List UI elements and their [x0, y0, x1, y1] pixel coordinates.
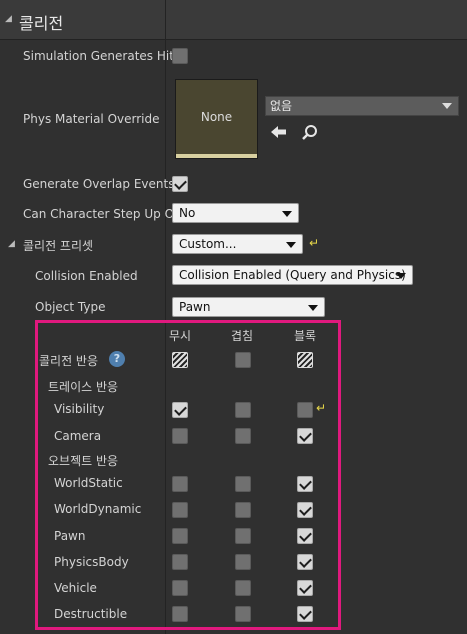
- chevron-down-icon: [282, 211, 292, 217]
- preset-collapse-icon[interactable]: ◢: [8, 239, 15, 249]
- visibility-overlap-checkbox[interactable]: [235, 402, 251, 418]
- column-header-ignore: 무시: [169, 329, 192, 343]
- magnifier-icon[interactable]: [301, 124, 319, 142]
- camera-overlap-checkbox[interactable]: [235, 428, 251, 444]
- overlap-checkbox[interactable]: [172, 176, 188, 192]
- vehicle-ignore-checkbox[interactable]: [172, 580, 188, 596]
- vehicle-block-checkbox[interactable]: [297, 580, 313, 596]
- trace-item-camera: Camera: [54, 429, 102, 443]
- collision-enabled-value: Collision Enabled (Query and Physics): [179, 268, 406, 282]
- question-icon[interactable]: ?: [109, 351, 125, 367]
- object-type-dropdown[interactable]: Pawn: [172, 297, 325, 317]
- section-header[interactable]: ◢ 콜리전: [0, 0, 467, 40]
- object-type-label: Object Type: [35, 300, 106, 314]
- destructible-block-checkbox[interactable]: [297, 606, 313, 622]
- trace-item-visibility: Visibility: [54, 402, 105, 416]
- pawn-overlap-checkbox[interactable]: [235, 528, 251, 544]
- object-response-label: 오브젝트 반응: [48, 454, 119, 468]
- visibility-reset-icon[interactable]: ↵: [316, 401, 326, 415]
- response-all-overlap-checkbox[interactable]: [235, 352, 251, 368]
- response-all-block-checkbox[interactable]: [297, 352, 313, 368]
- collision-enabled-dropdown[interactable]: Collision Enabled (Query and Physics): [172, 265, 413, 285]
- worldstatic-overlap-checkbox[interactable]: [235, 476, 251, 492]
- object-item-pawn: Pawn: [54, 529, 86, 543]
- chevron-down-icon: [396, 273, 406, 279]
- physicsbody-ignore-checkbox[interactable]: [172, 554, 188, 570]
- visibility-block-checkbox[interactable]: [297, 402, 313, 418]
- preset-reset-icon[interactable]: ↵: [309, 236, 319, 250]
- preset-dropdown[interactable]: Custom...: [172, 234, 303, 254]
- visibility-ignore-checkbox[interactable]: [172, 402, 188, 418]
- vehicle-overlap-checkbox[interactable]: [235, 580, 251, 596]
- object-item-destructible: Destructible: [54, 607, 128, 621]
- sim-hit-checkbox[interactable]: [172, 48, 188, 64]
- chevron-down-icon: [442, 103, 452, 109]
- pawn-ignore-checkbox[interactable]: [172, 528, 188, 544]
- object-item-worldstatic: WorldStatic: [54, 476, 123, 490]
- phys-material-label: Phys Material Override: [23, 112, 160, 126]
- collision-enabled-label: Collision Enabled: [35, 269, 138, 283]
- object-item-vehicle: Vehicle: [54, 581, 97, 595]
- material-combo-value: 없음: [270, 99, 293, 113]
- response-all-ignore-checkbox[interactable]: [172, 352, 188, 368]
- step-up-dropdown[interactable]: No: [172, 203, 299, 223]
- material-combo[interactable]: 없음: [265, 96, 459, 116]
- camera-ignore-checkbox[interactable]: [172, 428, 188, 444]
- column-header-block: 블록: [294, 329, 317, 343]
- step-up-value: No: [179, 206, 196, 220]
- object-item-worlddynamic: WorldDynamic: [54, 502, 142, 516]
- column-header-overlap: 겹침: [231, 329, 254, 343]
- worlddynamic-block-checkbox[interactable]: [297, 502, 313, 518]
- sim-hit-label: Simulation Generates Hit: [23, 49, 174, 63]
- pawn-block-checkbox[interactable]: [297, 528, 313, 544]
- chevron-down-icon: [286, 242, 296, 248]
- arrow-left-icon[interactable]: [270, 124, 288, 140]
- step-up-label: Can Character Step Up O: [23, 207, 175, 221]
- worldstatic-block-checkbox[interactable]: [297, 476, 313, 492]
- worlddynamic-ignore-checkbox[interactable]: [172, 502, 188, 518]
- trace-response-label: 트레이스 반응: [48, 380, 119, 394]
- camera-block-checkbox[interactable]: [297, 428, 313, 444]
- object-item-physicsbody: PhysicsBody: [54, 555, 129, 569]
- preset-label: 콜리전 프리셋: [23, 239, 94, 253]
- physicsbody-block-checkbox[interactable]: [297, 554, 313, 570]
- material-thumbnail[interactable]: None: [175, 79, 258, 159]
- thumbnail-none-text: None: [200, 110, 233, 124]
- section-title: 콜리전: [19, 14, 64, 33]
- preset-value: Custom...: [179, 237, 237, 251]
- collision-response-label: 콜리전 반응: [39, 354, 99, 368]
- collapse-triangle-icon[interactable]: ◢: [5, 14, 12, 24]
- physicsbody-overlap-checkbox[interactable]: [235, 554, 251, 570]
- destructible-ignore-checkbox[interactable]: [172, 606, 188, 622]
- worlddynamic-overlap-checkbox[interactable]: [235, 502, 251, 518]
- destructible-overlap-checkbox[interactable]: [235, 606, 251, 622]
- object-type-value: Pawn: [179, 300, 211, 314]
- overlap-label: Generate Overlap Events: [23, 177, 175, 191]
- thumbnail-bar: [176, 154, 257, 158]
- worldstatic-ignore-checkbox[interactable]: [172, 476, 188, 492]
- chevron-down-icon: [308, 305, 318, 311]
